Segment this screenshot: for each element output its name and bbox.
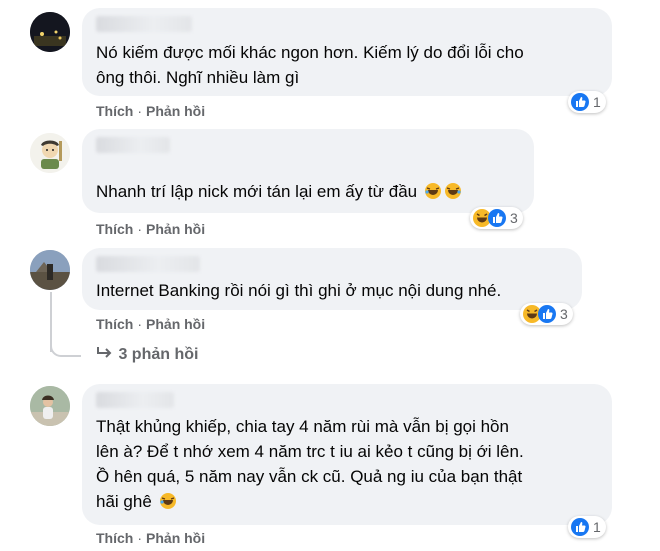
reaction-count: 1 bbox=[593, 94, 601, 110]
comment-actions: Thích · Phản hồi bbox=[96, 103, 205, 119]
reply-link[interactable]: Phản hồi bbox=[146, 316, 205, 332]
reply-link[interactable]: Phản hồi bbox=[146, 221, 205, 237]
comment-bubble: Nó kiếm được mối khác ngon hơn. Kiếm lý … bbox=[82, 8, 612, 96]
separator: · bbox=[137, 530, 143, 546]
comment-actions: Thích · Phản hồi bbox=[96, 530, 205, 546]
reaction-count: 3 bbox=[560, 306, 568, 322]
comment-text-line: lên à? Để t nhớ xem 4 năm trc t iu ai kẻ… bbox=[96, 442, 524, 461]
avatar[interactable] bbox=[30, 250, 70, 290]
like-link[interactable]: Thích bbox=[96, 316, 133, 332]
like-link[interactable]: Thích bbox=[96, 221, 133, 237]
thread-connector bbox=[50, 300, 81, 357]
reply-arrow-icon bbox=[96, 346, 118, 363]
reaction-summary[interactable]: 3 bbox=[520, 303, 573, 325]
like-icon bbox=[571, 93, 589, 111]
like-link[interactable]: Thích bbox=[96, 103, 133, 119]
rofl-emoji bbox=[159, 492, 177, 517]
comment-text-line: hãi ghê bbox=[96, 489, 177, 517]
author-name[interactable] bbox=[96, 137, 170, 153]
reply-link[interactable]: Phản hồi bbox=[146, 530, 205, 546]
comment-text: hãi ghê bbox=[96, 492, 152, 511]
comment-text: Nhanh trí lập nick mới tán lại em ấy từ … bbox=[96, 182, 418, 201]
like-link[interactable]: Thích bbox=[96, 530, 133, 546]
separator: · bbox=[137, 221, 143, 237]
author-name[interactable] bbox=[96, 16, 192, 32]
separator: · bbox=[137, 316, 143, 332]
like-icon bbox=[538, 305, 556, 323]
reaction-count: 1 bbox=[593, 519, 601, 535]
comment-bubble: Nhanh trí lập nick mới tán lại em ấy từ … bbox=[82, 129, 534, 213]
comment-text-line: Nhanh trí lập nick mới tán lại em ấy từ … bbox=[96, 179, 462, 207]
avatar[interactable] bbox=[30, 386, 70, 426]
reply-link[interactable]: Phản hồi bbox=[146, 103, 205, 119]
rofl-emoji bbox=[444, 182, 462, 207]
separator: · bbox=[137, 103, 143, 119]
comment-bubble: Internet Banking rồi nói gì thì ghi ở mụ… bbox=[82, 248, 582, 310]
avatar[interactable] bbox=[30, 133, 70, 173]
comment-actions: Thích · Phản hồi bbox=[96, 221, 205, 237]
author-name[interactable] bbox=[96, 256, 200, 272]
view-replies-link[interactable]: 3 phản hồi bbox=[96, 346, 198, 364]
replies-count-label: 3 phản hồi bbox=[118, 346, 199, 363]
comment-text-line: Nó kiếm được mối khác ngon hơn. Kiếm lý … bbox=[96, 43, 524, 62]
author-name[interactable] bbox=[96, 392, 174, 408]
reaction-summary[interactable]: 3 bbox=[470, 207, 523, 229]
like-icon bbox=[571, 518, 589, 536]
reaction-count: 3 bbox=[510, 210, 518, 226]
comment-actions: Thích · Phản hồi bbox=[96, 316, 205, 332]
reaction-summary[interactable]: 1 bbox=[568, 516, 606, 538]
comment-text-line: ông thôi. Nghĩ nhiều làm gì bbox=[96, 68, 300, 87]
like-icon bbox=[488, 209, 506, 227]
comment-text-line: Thật khủng khiếp, chia tay 4 năm rùi mà … bbox=[96, 417, 509, 436]
reaction-summary[interactable]: 1 bbox=[568, 91, 606, 113]
avatar[interactable] bbox=[30, 12, 70, 52]
rofl-emoji bbox=[424, 182, 442, 207]
comment-bubble: Thật khủng khiếp, chia tay 4 năm rùi mà … bbox=[82, 384, 612, 525]
comment-text-line: Ồ hên quá, 5 năm nay vẫn ck cũ. Quả ng i… bbox=[96, 467, 523, 486]
comment-text-line: Internet Banking rồi nói gì thì ghi ở mụ… bbox=[96, 281, 502, 300]
